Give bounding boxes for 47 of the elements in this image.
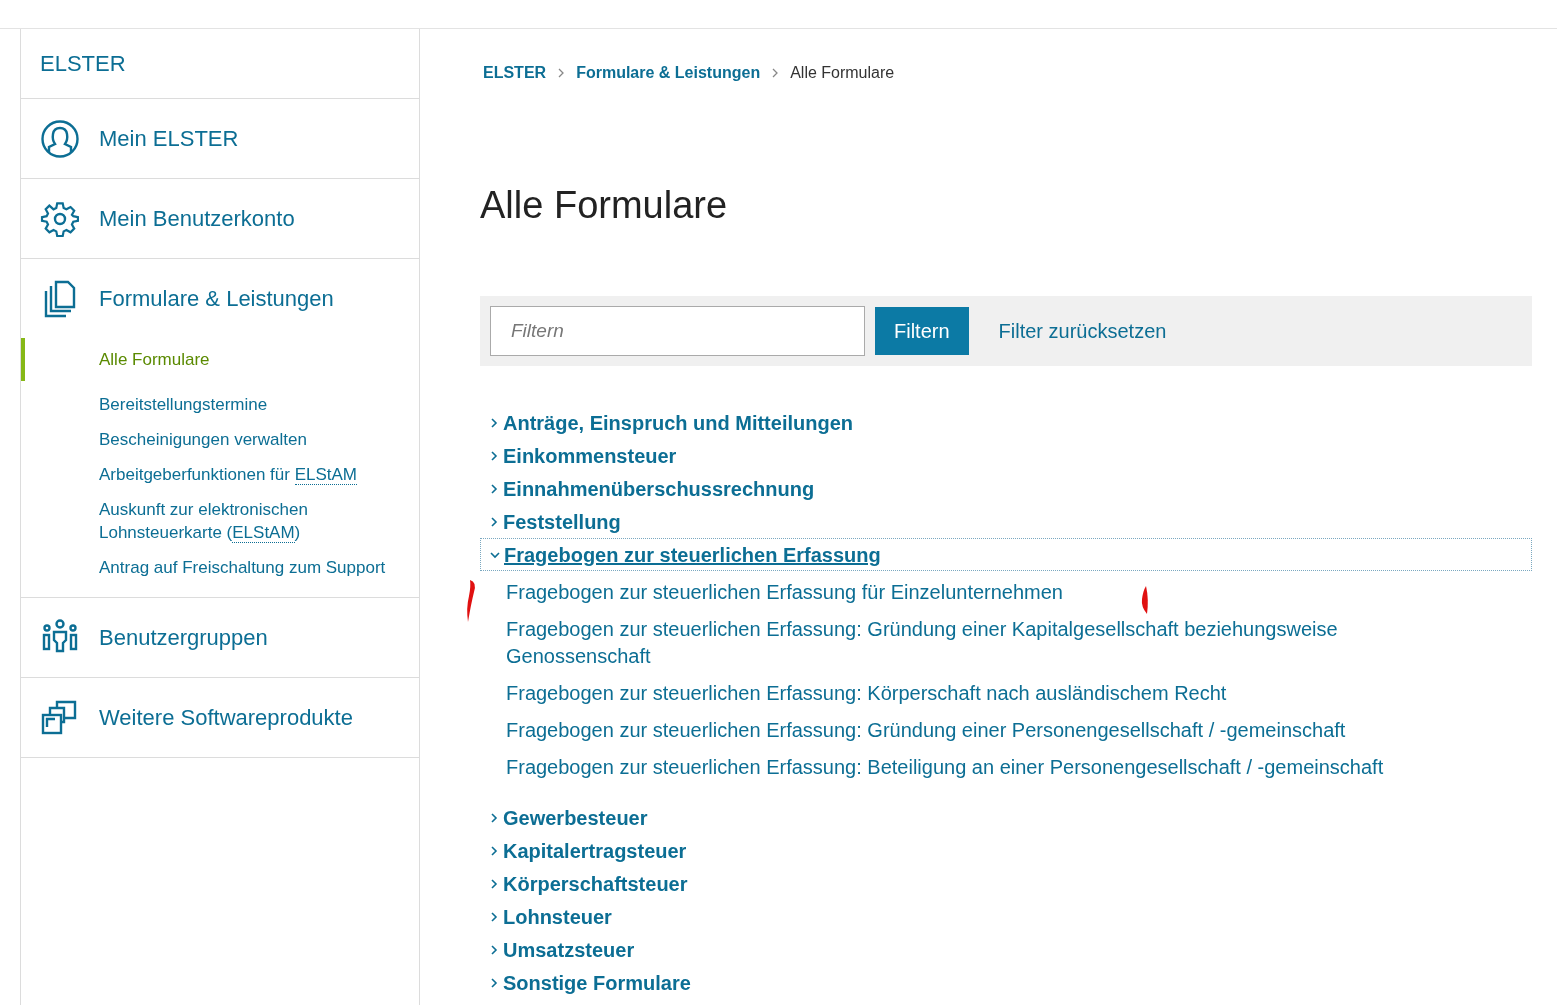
chevron-right-icon (488, 943, 500, 956)
sidebar-subitem[interactable]: Bescheinigungen verwalten (99, 428, 389, 451)
sidebar-title[interactable]: ELSTER (40, 47, 126, 80)
form-link[interactable]: Fragebogen zur steuerlichen Erfassung: Beteiligung an einer Personengesellschaft / -gemeinschaft (506, 754, 1432, 781)
category-toggle[interactable]: Körperschaftsteuer (480, 867, 1532, 900)
chevron-right-icon (488, 482, 500, 495)
filter-input[interactable]: Filtern (490, 306, 865, 356)
category-toggle[interactable]: Sonstige Formulare (480, 966, 1532, 999)
chevron-right-icon (488, 877, 500, 890)
breadcrumb-current: Alle Formulare (790, 63, 895, 83)
sidebar-item[interactable]: Benutzergruppen (21, 598, 419, 677)
form-link[interactable]: Fragebogen zur steuerlichen Erfassung für Einzelunternehmen (506, 579, 1432, 606)
sidebar-subitem[interactable]: Antrag auf Freischaltung zum Support (99, 556, 389, 579)
category-toggle[interactable]: Anträge, Einspruch und Mitteilungen (480, 406, 1532, 439)
category-toggle[interactable]: Einkommensteuer (480, 439, 1532, 472)
user-icon (40, 118, 80, 159)
page-heading: Alle Formulare (480, 183, 729, 228)
chevron-right-icon (488, 910, 500, 923)
chevron-right-icon (488, 449, 500, 462)
filter-reset-link[interactable]: Filter zurücksetzen (998, 316, 1167, 346)
chevron-right-icon (488, 416, 500, 429)
category-toggle[interactable]: Fragebogen zur steuerlichen Erfassung (480, 538, 1532, 571)
scribble-mark (1140, 585, 1150, 615)
sidebar-subitem[interactable]: Alle Formulare (99, 348, 389, 371)
sidebar-item[interactable]: Weitere Softwareprodukte (21, 678, 419, 757)
category-toggle[interactable]: Lohnsteuer (480, 900, 1532, 933)
category-toggle[interactable]: Kapitalertragsteuer (480, 834, 1532, 867)
breadcrumb-link[interactable]: ELSTER (483, 61, 547, 85)
category-toggle[interactable]: Umsatzsteuer (480, 933, 1532, 966)
chevron-right-icon (488, 515, 500, 528)
sidebar-item[interactable]: Mein Benutzerkonto (21, 179, 419, 258)
form-link[interactable]: Fragebogen zur steuerlichen Erfassung: Gründung einer Kapitalgesellschaft beziehungsweise Genossenschaft (506, 616, 1432, 670)
chevron-right-icon (488, 811, 500, 824)
category-toggle[interactable]: Gewerbesteuer (480, 801, 1532, 834)
sidebar-subitem[interactable]: Arbeitgeberfunktionen für ELStAM (99, 463, 389, 486)
sidebar-subitem[interactable]: Bereitstellungstermine (99, 393, 389, 416)
form-link[interactable]: Fragebogen zur steuerlichen Erfassung: Körperschaft nach ausländischem Recht (506, 680, 1432, 707)
form-link[interactable]: Fragebogen zur steuerlichen Erfassung: Gründung einer Personengesellschaft / -gemeinschaft (506, 717, 1432, 744)
category-toggle[interactable]: Einnahmenüberschussrechnung (480, 472, 1532, 505)
breadcrumb-link[interactable]: Formulare & Leistungen (576, 61, 761, 85)
sidebar-subitem[interactable]: Auskunft zur elektronischen Lohnsteuerkarte (ELStAM) (99, 498, 389, 544)
sidebar-item[interactable]: Mein ELSTER (21, 99, 419, 178)
filter-button[interactable]: Filtern (875, 307, 969, 355)
category-toggle[interactable]: Feststellung (480, 505, 1532, 538)
sidebar-item[interactable]: Formulare & Leistungen (21, 259, 419, 338)
chevron-right-icon (488, 844, 500, 857)
chevron-right-icon (488, 976, 500, 989)
